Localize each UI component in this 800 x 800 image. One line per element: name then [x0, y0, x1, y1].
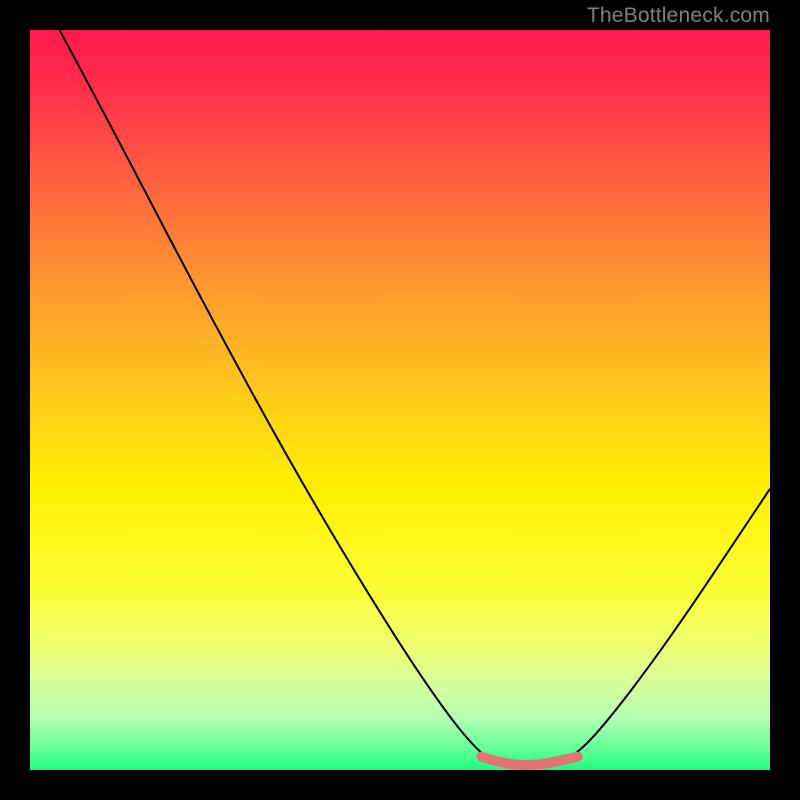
chart-container: TheBottleneck.com [0, 0, 800, 800]
watermark-text: TheBottleneck.com [587, 4, 770, 28]
valley-highlight [481, 757, 577, 765]
bottleneck-curve [60, 30, 770, 766]
plot-area [30, 30, 770, 770]
chart-svg [30, 30, 770, 770]
